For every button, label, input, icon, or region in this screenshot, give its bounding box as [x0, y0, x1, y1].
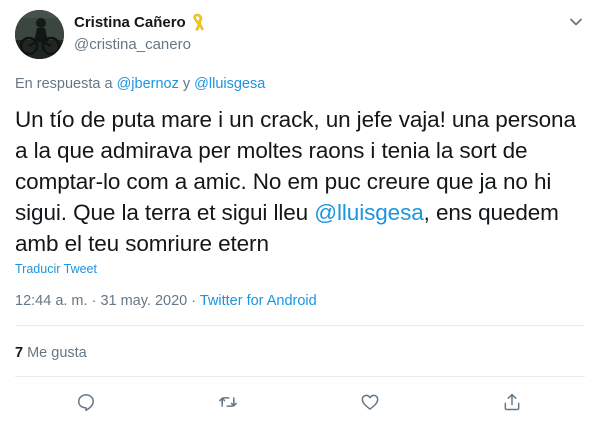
tweet-mention-lluisgesa[interactable]: @lluisgesa	[314, 200, 424, 225]
reply-context: En respuesta a @jbernoz y @lluisgesa	[15, 76, 265, 92]
likes-label: Me gusta	[23, 345, 87, 361]
retweet-icon	[219, 397, 237, 407]
tweet-time[interactable]: 12:44 a. m.	[15, 293, 88, 309]
meta-separator: ·	[187, 293, 200, 309]
likes-count: 7	[15, 345, 24, 361]
retweet-button[interactable]	[216, 390, 240, 414]
translate-tweet-link[interactable]: Traducir Tweet	[15, 262, 97, 276]
like-button[interactable]	[358, 390, 382, 414]
yellow-ribbon-icon	[193, 13, 204, 31]
divider	[15, 376, 585, 377]
likes-stat[interactable]: 7 Me gusta	[15, 345, 87, 361]
tweet-date[interactable]: 31 may. 2020	[100, 293, 187, 309]
author-name[interactable]: Cristina Cañero	[74, 13, 204, 31]
author-handle[interactable]: @cristina_canero	[74, 36, 191, 53]
tweet-source[interactable]: Twitter for Android	[200, 293, 317, 309]
tweet-actions-bar	[0, 390, 600, 416]
reply-mention-lluisgesa[interactable]: @lluisgesa	[194, 76, 265, 92]
like-icon	[361, 394, 379, 410]
divider	[15, 325, 585, 326]
avatar[interactable]	[15, 10, 64, 59]
chevron-down-icon[interactable]	[568, 14, 584, 30]
reply-icon	[78, 394, 94, 412]
reply-prefix: En respuesta a	[15, 76, 117, 92]
avatar-image	[15, 10, 64, 59]
reply-button[interactable]	[74, 390, 98, 414]
reply-joiner: y	[178, 76, 195, 92]
tweet-text: Un tío de puta mare i un crack, un jefe …	[15, 104, 585, 259]
tweet-metadata: 12:44 a. m. · 31 may. 2020 · Twitter for…	[15, 293, 317, 309]
author-name-text[interactable]: Cristina Cañero	[74, 14, 186, 31]
reply-mention-jbernoz[interactable]: @jbernoz	[117, 76, 179, 92]
share-icon	[504, 393, 520, 411]
share-button[interactable]	[500, 390, 524, 414]
meta-separator: ·	[87, 293, 101, 309]
